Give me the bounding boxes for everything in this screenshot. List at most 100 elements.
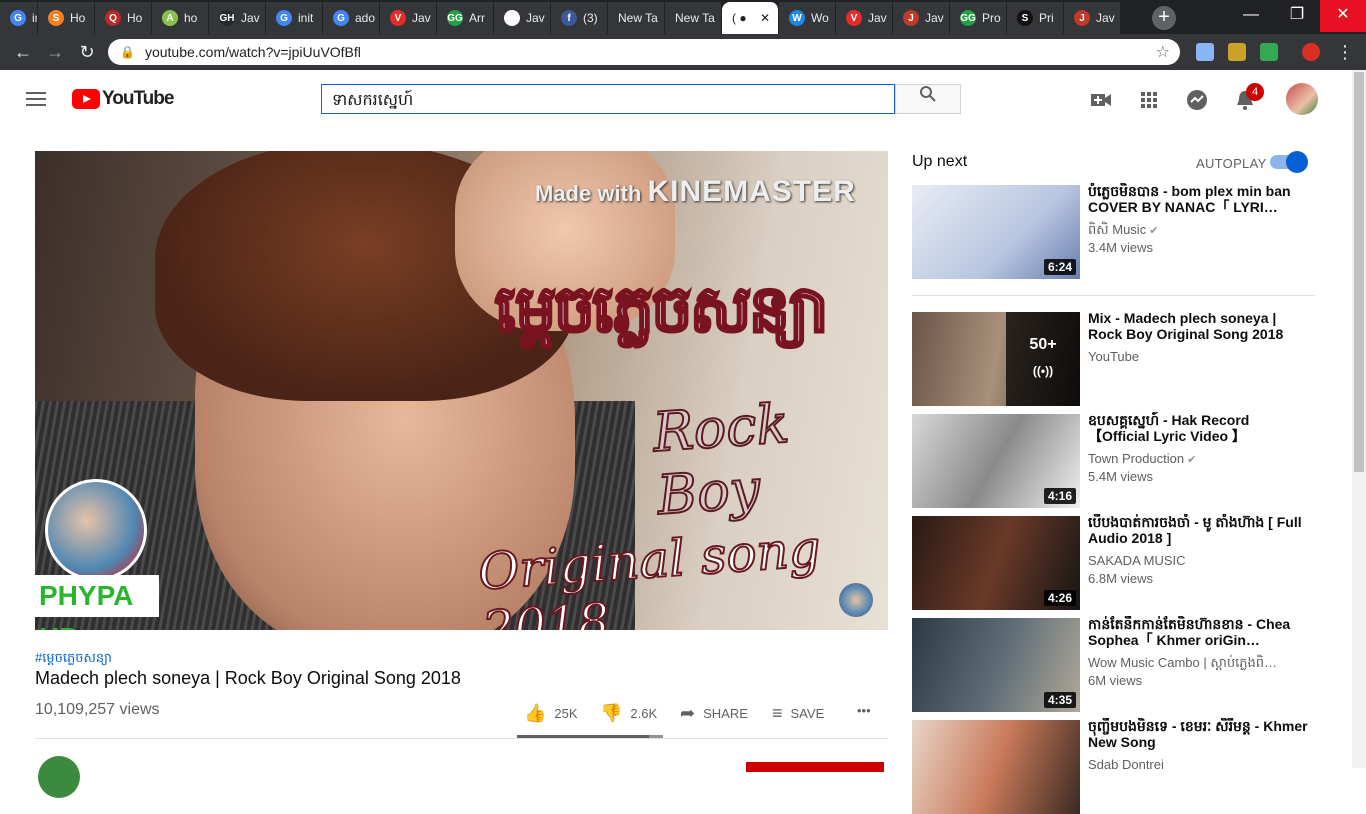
messages-icon[interactable]: [1185, 88, 1209, 112]
youtube-play-icon: [72, 89, 100, 109]
search-button[interactable]: [895, 84, 961, 114]
video-player[interactable]: Made with KINEMASTER ម្តេចភ្លេចសន្យា Roc…: [35, 151, 888, 630]
maximize-button[interactable]: ❐: [1274, 0, 1320, 32]
browser-tab[interactable]: S Pri: [1007, 2, 1064, 34]
share-button[interactable]: ➦ SHARE: [680, 703, 748, 724]
save-button[interactable]: ≡ SAVE: [772, 703, 824, 724]
tab-label: ado: [355, 11, 376, 25]
browser-tab[interactable]: Gado: [323, 2, 380, 34]
forward-arrow-icon[interactable]: →: [44, 42, 66, 63]
search-input[interactable]: ទាសករស្នេហ៍: [321, 84, 895, 114]
user-avatar[interactable]: [1286, 83, 1318, 115]
video-thumbnail[interactable]: 4:16: [912, 414, 1080, 508]
video-thumbnail[interactable]: 50+ ((•)): [912, 312, 1080, 406]
up-next-heading: Up next: [912, 153, 968, 170]
profile-avatar-icon[interactable]: [1302, 43, 1320, 61]
youtube-logo[interactable]: YouTube: [72, 88, 174, 110]
thumbs-down-icon: 👎: [600, 703, 623, 723]
browser-tab[interactable]: Ginit: [266, 2, 323, 34]
browser-tab[interactable]: J Jav: [893, 2, 950, 34]
video-hashtag[interactable]: #ម្តេចភ្លេចសន្យា: [35, 650, 112, 669]
overlay-kinemaster: KINEMASTER: [647, 175, 856, 208]
video-card-title[interactable]: ឧបសគ្គស្នេហ៍ - Hak Record 【Official Lyri…: [1088, 412, 1308, 444]
back-arrow-icon[interactable]: ←: [12, 42, 34, 63]
new-tab-button[interactable]: +: [1152, 6, 1176, 30]
extension-icon[interactable]: [1228, 43, 1246, 61]
video-thumbnail[interactable]: [912, 720, 1080, 814]
close-window-button[interactable]: ✕: [1320, 0, 1366, 32]
browser-tab[interactable]: New Ta: [665, 2, 722, 34]
url-text[interactable]: youtube.com/watch?v=jpiUuVOfBfl: [145, 44, 361, 60]
create-video-icon[interactable]: [1089, 88, 1113, 112]
channel-name[interactable]: SAKADA MUSIC: [1088, 553, 1186, 568]
extension-icon[interactable]: [1260, 43, 1278, 61]
browser-tab[interactable]: Q Ho: [95, 2, 152, 34]
video-card-channel[interactable]: Town Production ✔: [1088, 451, 1196, 466]
subscribe-button[interactable]: [746, 762, 884, 772]
video-card-channel[interactable]: Sdab Dontrei: [1088, 757, 1164, 772]
channel-avatar[interactable]: [38, 756, 80, 798]
apps-grid-icon[interactable]: [1137, 88, 1161, 112]
video-card-channel[interactable]: YouTube: [1088, 349, 1139, 364]
video-thumbnail[interactable]: 6:24: [912, 185, 1080, 279]
video-card-title[interactable]: Mix - Madech plech soneya | Rock Boy Ori…: [1088, 310, 1308, 342]
browser-tab[interactable]: J Jav: [1064, 2, 1121, 34]
duration-badge: 4:26: [1043, 590, 1076, 606]
browser-tab[interactable]: f (3): [551, 2, 608, 34]
browser-tab[interactable]: S Ho: [38, 2, 95, 34]
mix-playlist-overlay: 50+ ((•)): [1006, 312, 1080, 406]
browser-tab[interactable]: V Jav: [380, 2, 437, 34]
up-next-video-card[interactable]: 4:26 បើបងបាត់ការចងចាំ - មូ តាំងហ៊ាង [ Ful…: [912, 514, 1315, 610]
browser-tab[interactable]: GH Jav: [209, 2, 266, 34]
up-next-video-card[interactable]: 4:35 កាន់តែនឹកកាន់តែមិនហ៊ានខាន - Chea Sop…: [912, 616, 1315, 712]
page-scrollbar[interactable]: [1352, 70, 1366, 768]
share-arrow-icon: ➦: [680, 703, 696, 723]
browser-tab[interactable]: Ginp: [0, 2, 38, 34]
channel-watermark[interactable]: [839, 583, 873, 617]
video-thumbnail[interactable]: 4:35: [912, 618, 1080, 712]
like-count: 25K: [554, 706, 578, 721]
video-card-title[interactable]: ចុញ្ចឹមបងមិនទេ - ខេមរៈ សិរីមន្ត - Khmer …: [1088, 718, 1308, 750]
video-card-channel[interactable]: ពិសិ Music ✔: [1088, 222, 1158, 241]
browser-tab[interactable]: W Wo: [779, 2, 836, 34]
extension-icon[interactable]: [1196, 43, 1214, 61]
channel-name[interactable]: ពិសិ Music: [1088, 222, 1146, 237]
scrollbar-thumb[interactable]: [1354, 72, 1364, 472]
channel-name[interactable]: YouTube: [1088, 349, 1139, 364]
browser-tab[interactable]: Aho: [152, 2, 209, 34]
chrome-menu-icon[interactable]: ⋮: [1334, 42, 1356, 63]
tab-label: (3): [583, 11, 598, 25]
browser-tab[interactable]: New Ta: [608, 2, 665, 34]
browser-tab[interactable]: V Jav: [836, 2, 893, 34]
browser-tab[interactable]: GG Arr: [437, 2, 494, 34]
dislike-button[interactable]: 👎 2.6K: [600, 703, 657, 724]
browser-tab[interactable]: GG Pro: [950, 2, 1007, 34]
bookmark-star-icon[interactable]: ☆: [1156, 42, 1170, 62]
browser-tab[interactable]: ( ● ✕: [722, 2, 779, 34]
video-card-title[interactable]: បំភ្លេចមិនបាន - bom plex min ban COVER B…: [1088, 183, 1308, 215]
autoplay-toggle[interactable]: [1270, 151, 1308, 173]
tab-favicon-icon: G: [10, 10, 26, 26]
browser-tab[interactable]: SF Jav: [494, 2, 551, 34]
address-bar[interactable]: 🔒 youtube.com/watch?v=jpiUuVOfBfl ☆: [108, 39, 1180, 65]
reload-icon[interactable]: ↻: [76, 42, 98, 63]
more-actions-button[interactable]: •••: [857, 703, 871, 718]
share-label: SHARE: [703, 706, 748, 721]
video-card-title[interactable]: កាន់តែនឹកកាន់តែមិនហ៊ានខាន - Chea Sophea「…: [1088, 616, 1308, 648]
tab-close-icon[interactable]: ✕: [760, 11, 770, 25]
channel-name[interactable]: Wow Music Cambo | ស្តាប់ភ្លេងពិ…: [1088, 655, 1277, 670]
up-next-video-card[interactable]: 4:16 ឧបសគ្គស្នេហ៍ - Hak Record 【Official …: [912, 412, 1315, 508]
channel-name[interactable]: Sdab Dontrei: [1088, 757, 1164, 772]
video-card-title[interactable]: បើបងបាត់ការចងចាំ - មូ តាំងហ៊ាង [ Full Au…: [1088, 514, 1308, 546]
like-button[interactable]: 👍 25K: [524, 703, 578, 724]
video-card-channel[interactable]: SAKADA MUSIC: [1088, 553, 1186, 568]
minimize-button[interactable]: —: [1228, 0, 1274, 32]
menu-icon[interactable]: [26, 92, 46, 110]
video-card-channel[interactable]: Wow Music Cambo | ស្តាប់ភ្លេងពិ…: [1088, 655, 1277, 674]
video-thumbnail[interactable]: 4:26: [912, 516, 1080, 610]
channel-name[interactable]: Town Production: [1088, 451, 1184, 466]
tab-label: Arr: [469, 11, 485, 25]
up-next-video-card[interactable]: ចុញ្ចឹមបងមិនទេ - ខេមរៈ សិរីមន្ត - Khmer …: [912, 718, 1315, 814]
up-next-video-card[interactable]: 6:24 បំភ្លេចមិនបាន - bom plex min ban COV…: [912, 183, 1315, 279]
up-next-video-card[interactable]: 50+ ((•)) Mix - Madech plech soneya | Rock…: [912, 310, 1315, 406]
